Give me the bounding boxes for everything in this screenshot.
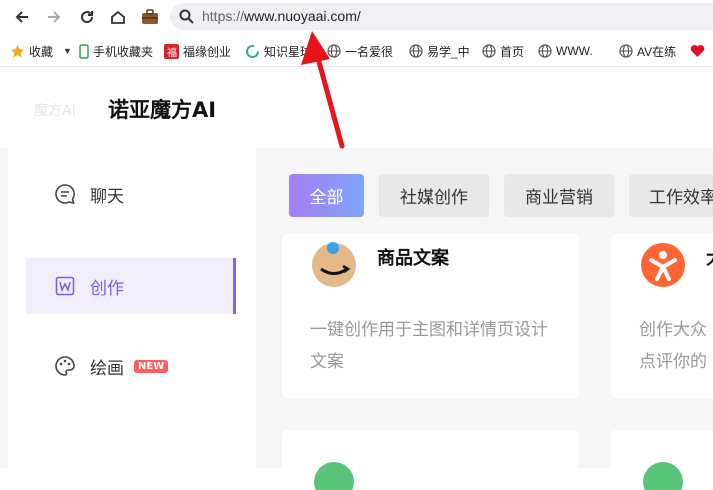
sidebar-item-paint[interactable]: 绘画 NEW — [26, 338, 236, 394]
bookmark-fuyuan[interactable]: 福 福缘创业 — [164, 42, 236, 60]
globe-icon — [327, 44, 341, 58]
card-icon — [314, 462, 354, 490]
sidebar-item-label: 创作 — [90, 278, 124, 299]
card-title: 商品文案 — [377, 248, 449, 269]
search-icon — [179, 9, 194, 28]
tab-all[interactable]: 全部 — [289, 174, 364, 217]
globe-icon — [482, 44, 496, 58]
sidebar: 聊天 创作 绘画 NEW — [8, 148, 256, 468]
bookmark-mobile[interactable]: 手机收藏夹 — [79, 42, 153, 60]
briefcase-icon[interactable] — [139, 6, 161, 28]
reload-icon[interactable] — [76, 6, 98, 28]
site-header: 魔方AI 诺亚魔方AI — [0, 68, 713, 148]
tab-work-efficiency[interactable]: 工作效率 — [629, 174, 713, 217]
address-bar[interactable]: https://www.nuoyaai.com/ — [170, 3, 713, 30]
card-description: 一键创作用于主图和详情页设计文案 — [310, 320, 548, 372]
bookmark-zhishixingqiu[interactable]: 知识星球 — [245, 42, 310, 60]
sidebar-item-create[interactable]: 创作 — [26, 258, 236, 314]
dianping-logo-icon — [640, 242, 686, 292]
bookmark-yiming[interactable]: 一名爱很 — [327, 42, 395, 60]
bookmark-favorites[interactable]: 收藏 ▼ — [10, 42, 72, 60]
bookmarks-bar: 收藏 ▼ 手机收藏夹 福 福缘创业 知识星球 一名爱很 易学_中 首页 WWW.… — [0, 34, 713, 67]
card-title: 大 — [706, 244, 713, 270]
star-icon — [10, 44, 25, 57]
tab-business-marketing[interactable]: 商业营销 — [504, 174, 614, 217]
amazon-logo-icon — [311, 242, 357, 292]
home-icon[interactable] — [107, 6, 129, 28]
forward-arrow-icon[interactable] — [43, 6, 65, 28]
new-badge: NEW — [134, 359, 169, 373]
heart-icon — [690, 45, 705, 57]
site-favicon: 福 — [164, 43, 179, 59]
bookmark-av[interactable]: AV在练 — [619, 42, 679, 60]
url-text[interactable]: https://www.nuoyaai.com/ — [202, 8, 361, 24]
bookmark-www[interactable]: WWW. — [538, 42, 593, 60]
back-arrow-icon[interactable] — [11, 6, 33, 28]
sidebar-item-label: 聊天 — [90, 186, 124, 207]
planet-icon — [246, 44, 259, 58]
phone-icon — [79, 43, 89, 59]
card-next-left[interactable] — [282, 430, 579, 490]
ghost-title: 魔方AI — [34, 103, 76, 119]
tab-social-media[interactable]: 社媒创作 — [379, 174, 489, 217]
card-next-right[interactable] — [611, 430, 713, 490]
chevron-down-icon[interactable]: ▼ — [63, 46, 72, 56]
bookmark-home[interactable]: 首页 — [482, 42, 524, 60]
sidebar-item-chat[interactable]: 聊天 — [26, 166, 236, 222]
card-icon — [643, 462, 683, 490]
card-product-copy[interactable]: 商品文案 一键创作用于主图和详情页设计文案 — [282, 234, 579, 398]
write-icon — [54, 275, 76, 297]
browser-toolbar: https://www.nuoyaai.com/ — [0, 0, 713, 33]
card-description: 创作大众点评你的评论要 — [639, 320, 707, 372]
sidebar-item-label: 绘画 — [90, 358, 124, 379]
site-logo-text[interactable]: 诺亚魔方AI — [108, 94, 216, 124]
svg-text:福: 福 — [167, 46, 177, 59]
chat-bubble-icon — [54, 183, 76, 205]
bookmark-heart[interactable] — [690, 42, 709, 60]
globe-icon — [619, 44, 633, 58]
globe-icon — [409, 44, 423, 58]
bookmark-yixue[interactable]: 易学_中 — [409, 42, 471, 60]
palette-icon — [54, 355, 76, 377]
web-page: 魔方AI 诺亚魔方AI 聊天 创作 绘画 NEW 全部 社媒创作 商业营销 工作… — [0, 68, 713, 490]
card-dianping-review[interactable]: 大 创作大众点评你的评论要 — [611, 234, 713, 398]
globe-icon — [538, 44, 552, 58]
